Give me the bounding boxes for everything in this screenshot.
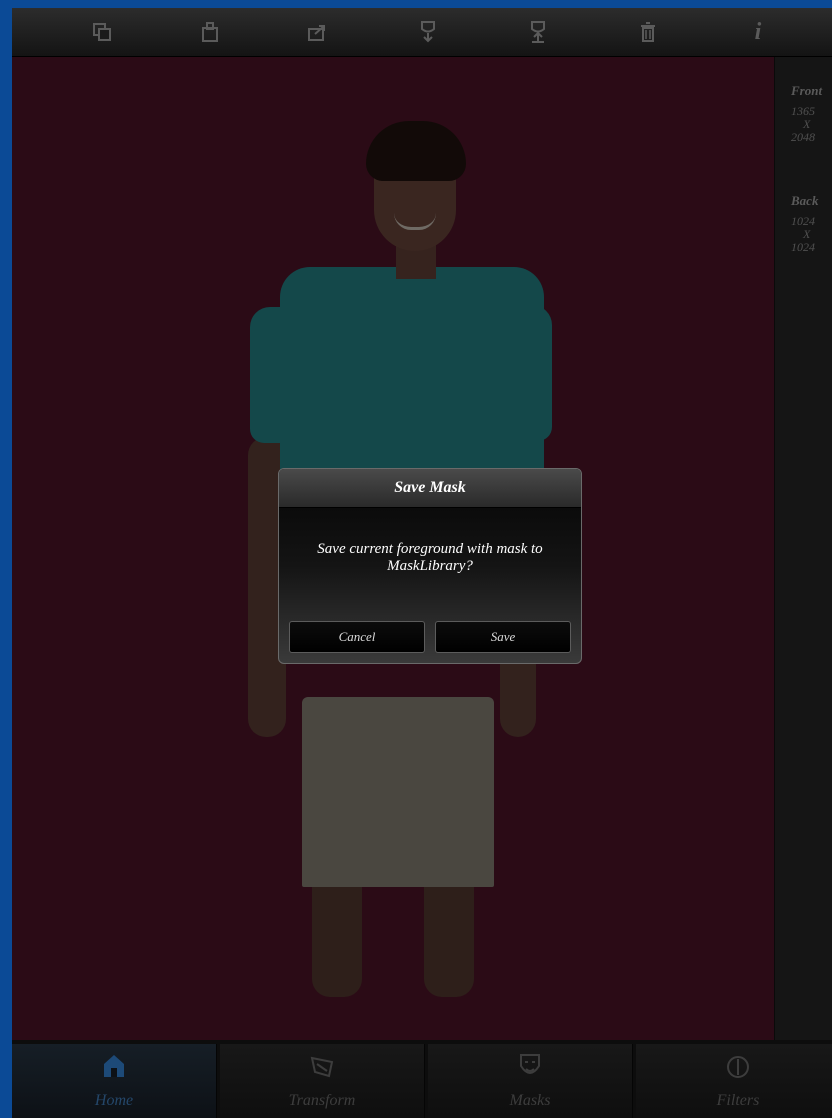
tab-masks-label: Masks: [509, 1092, 551, 1109]
transform-icon: [220, 1052, 424, 1092]
save-mask-dialog: Save Mask Save current foreground with m…: [278, 468, 582, 664]
clipboard-icon[interactable]: [192, 16, 228, 48]
export-mask-icon[interactable]: [520, 16, 556, 48]
back-height: 1024: [791, 240, 815, 254]
info-icon[interactable]: i: [740, 16, 776, 48]
back-heading: Back: [791, 193, 819, 208]
tab-filters[interactable]: Filters: [636, 1044, 832, 1118]
tab-transform[interactable]: Transform: [220, 1044, 425, 1118]
filters-icon: [636, 1052, 832, 1092]
bottom-tab-bar: Home Transform Masks Filters: [12, 1040, 832, 1118]
tab-masks[interactable]: Masks: [428, 1044, 633, 1118]
dialog-title: Save Mask: [279, 469, 581, 508]
front-heading: Front: [791, 83, 823, 98]
tab-transform-label: Transform: [288, 1092, 356, 1109]
trash-icon[interactable]: [630, 16, 666, 48]
import-mask-icon[interactable]: [410, 16, 446, 48]
save-button[interactable]: Save: [435, 621, 571, 653]
home-icon: [12, 1052, 216, 1092]
back-size-info: Back 1024 X 1024: [791, 193, 818, 254]
front-size-info: Front 1365 X 2048: [791, 83, 822, 144]
image-info-panel: Front 1365 X 2048 Back 1024 X 1024: [774, 57, 832, 1040]
mask-icon: [428, 1052, 632, 1092]
tab-filters-label: Filters: [716, 1092, 760, 1109]
top-toolbar: i: [12, 8, 832, 57]
front-height: 2048: [791, 130, 815, 144]
dialog-message: Save current foreground with mask to Mas…: [317, 541, 543, 574]
cancel-button[interactable]: Cancel: [289, 621, 425, 653]
tab-home-label: Home: [94, 1092, 134, 1109]
duplicate-icon[interactable]: [84, 16, 120, 48]
tab-home[interactable]: Home: [12, 1044, 217, 1118]
share-icon[interactable]: [300, 16, 336, 48]
